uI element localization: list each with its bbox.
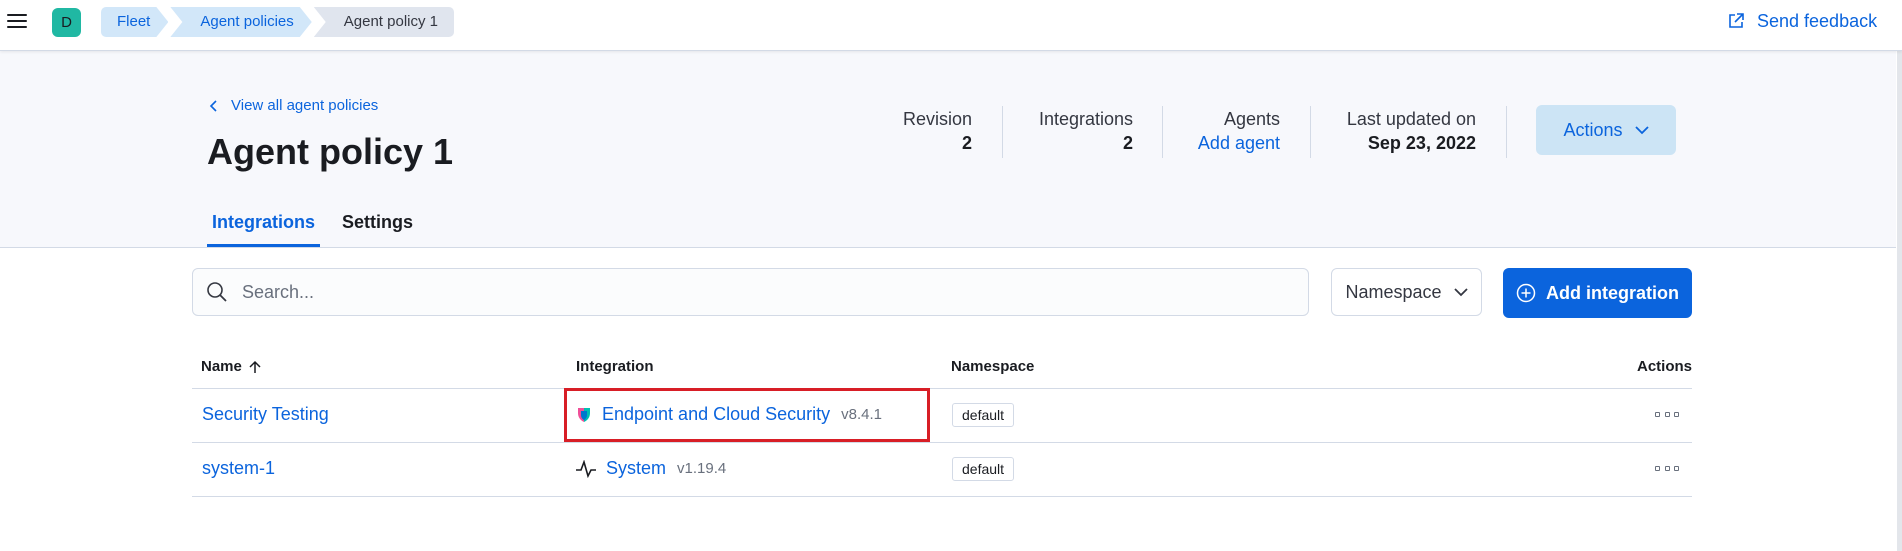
- breadcrumb-agent-policies[interactable]: Agent policies: [170, 7, 311, 37]
- top-navigation-bar: D Fleet Agent policies Agent policy 1 Se…: [0, 0, 1902, 51]
- send-feedback-label: Send feedback: [1757, 10, 1878, 31]
- integration-link[interactable]: System: [606, 458, 666, 479]
- policy-name-link[interactable]: system-1: [202, 458, 275, 479]
- stat-label: Last updated on: [1346, 109, 1476, 129]
- divider: [1310, 106, 1311, 158]
- external-link-icon: [1729, 13, 1744, 28]
- more-dots-icon[interactable]: [1655, 460, 1679, 476]
- breadcrumb-agent-policy-1: Agent policy 1: [313, 7, 454, 37]
- table-row: system-1 System v1.19.4 default: [192, 443, 1692, 497]
- integrations-table: Name Integration Namespace Actions Secur…: [192, 352, 1692, 497]
- stat-agents: Agents Add agent: [1180, 108, 1280, 156]
- tab-integrations[interactable]: Integrations: [207, 207, 321, 247]
- breadcrumb: Fleet Agent policies Agent policy 1: [101, 7, 456, 37]
- menu-icon[interactable]: [6, 10, 28, 32]
- arrow-up-icon: [249, 360, 261, 373]
- chevron-left-icon: [209, 99, 217, 112]
- stat-label: Integrations: [1038, 109, 1133, 129]
- scrollbar[interactable]: [1897, 0, 1902, 551]
- column-header-name[interactable]: Name: [201, 358, 262, 375]
- page-title: Agent policy 1: [207, 131, 454, 172]
- stat-label: Agents: [1223, 109, 1280, 129]
- namespace-filter-button[interactable]: Namespace: [1331, 268, 1482, 316]
- table-header: Name Integration Namespace Actions: [192, 352, 1692, 389]
- endpoint-shield-icon: [578, 407, 590, 422]
- table-row: Security Testing Endpoint and Cloud Secu…: [192, 389, 1692, 443]
- integration-cell: Endpoint and Cloud Security v8.4.1: [576, 404, 882, 425]
- chevron-down-icon: [1634, 126, 1649, 135]
- more-dots-icon[interactable]: [1655, 406, 1679, 422]
- plus-circle-icon: [1516, 283, 1536, 303]
- search-icon: [207, 282, 227, 302]
- integration-version: v8.4.1: [841, 406, 883, 423]
- view-all-agent-policies-link[interactable]: View all agent policies: [209, 97, 378, 114]
- stat-value: Sep 23, 2022: [1367, 133, 1476, 153]
- add-integration-label: Add integration: [1546, 282, 1679, 303]
- space-avatar[interactable]: D: [52, 8, 81, 37]
- system-pulse-icon: [576, 459, 596, 478]
- column-header-actions: Actions: [1636, 358, 1692, 375]
- divider: [1506, 106, 1507, 158]
- stat-last-updated: Last updated on Sep 23, 2022: [1328, 108, 1476, 156]
- namespace-filter-label: Namespace: [1345, 281, 1442, 302]
- policy-name-link[interactable]: Security Testing: [202, 404, 329, 425]
- chevron-down-icon: [1453, 288, 1468, 297]
- tab-settings[interactable]: Settings: [337, 207, 418, 247]
- actions-button[interactable]: Actions: [1536, 105, 1676, 155]
- namespace-badge: default: [952, 457, 1015, 481]
- back-link-label: View all agent policies: [231, 97, 379, 114]
- integration-link[interactable]: Endpoint and Cloud Security: [602, 404, 830, 425]
- stat-value: 2: [961, 133, 972, 153]
- column-header-label: Name: [201, 358, 242, 375]
- stat-revision: Revision 2: [890, 108, 972, 156]
- actions-button-label: Actions: [1563, 119, 1623, 140]
- stat-label: Revision: [902, 109, 972, 129]
- send-feedback-link[interactable]: Send feedback: [1727, 9, 1877, 33]
- divider: [1002, 106, 1003, 158]
- add-agent-link[interactable]: Add agent: [1180, 130, 1280, 156]
- search-input[interactable]: [240, 280, 1244, 304]
- divider: [1162, 106, 1163, 158]
- search-box: [192, 268, 1309, 316]
- stat-value: 2: [1122, 133, 1133, 153]
- add-integration-button[interactable]: Add integration: [1503, 268, 1692, 318]
- integration-version: v1.19.4: [677, 460, 727, 477]
- integration-cell: System v1.19.4: [576, 458, 726, 479]
- namespace-badge: default: [952, 403, 1015, 427]
- breadcrumb-fleet[interactable]: Fleet: [101, 7, 168, 37]
- column-header-integration: Integration: [576, 358, 654, 375]
- tab-list: Integrations Settings: [207, 207, 435, 247]
- stat-integrations: Integrations 2: [1020, 108, 1133, 156]
- column-header-namespace: Namespace: [951, 358, 1035, 375]
